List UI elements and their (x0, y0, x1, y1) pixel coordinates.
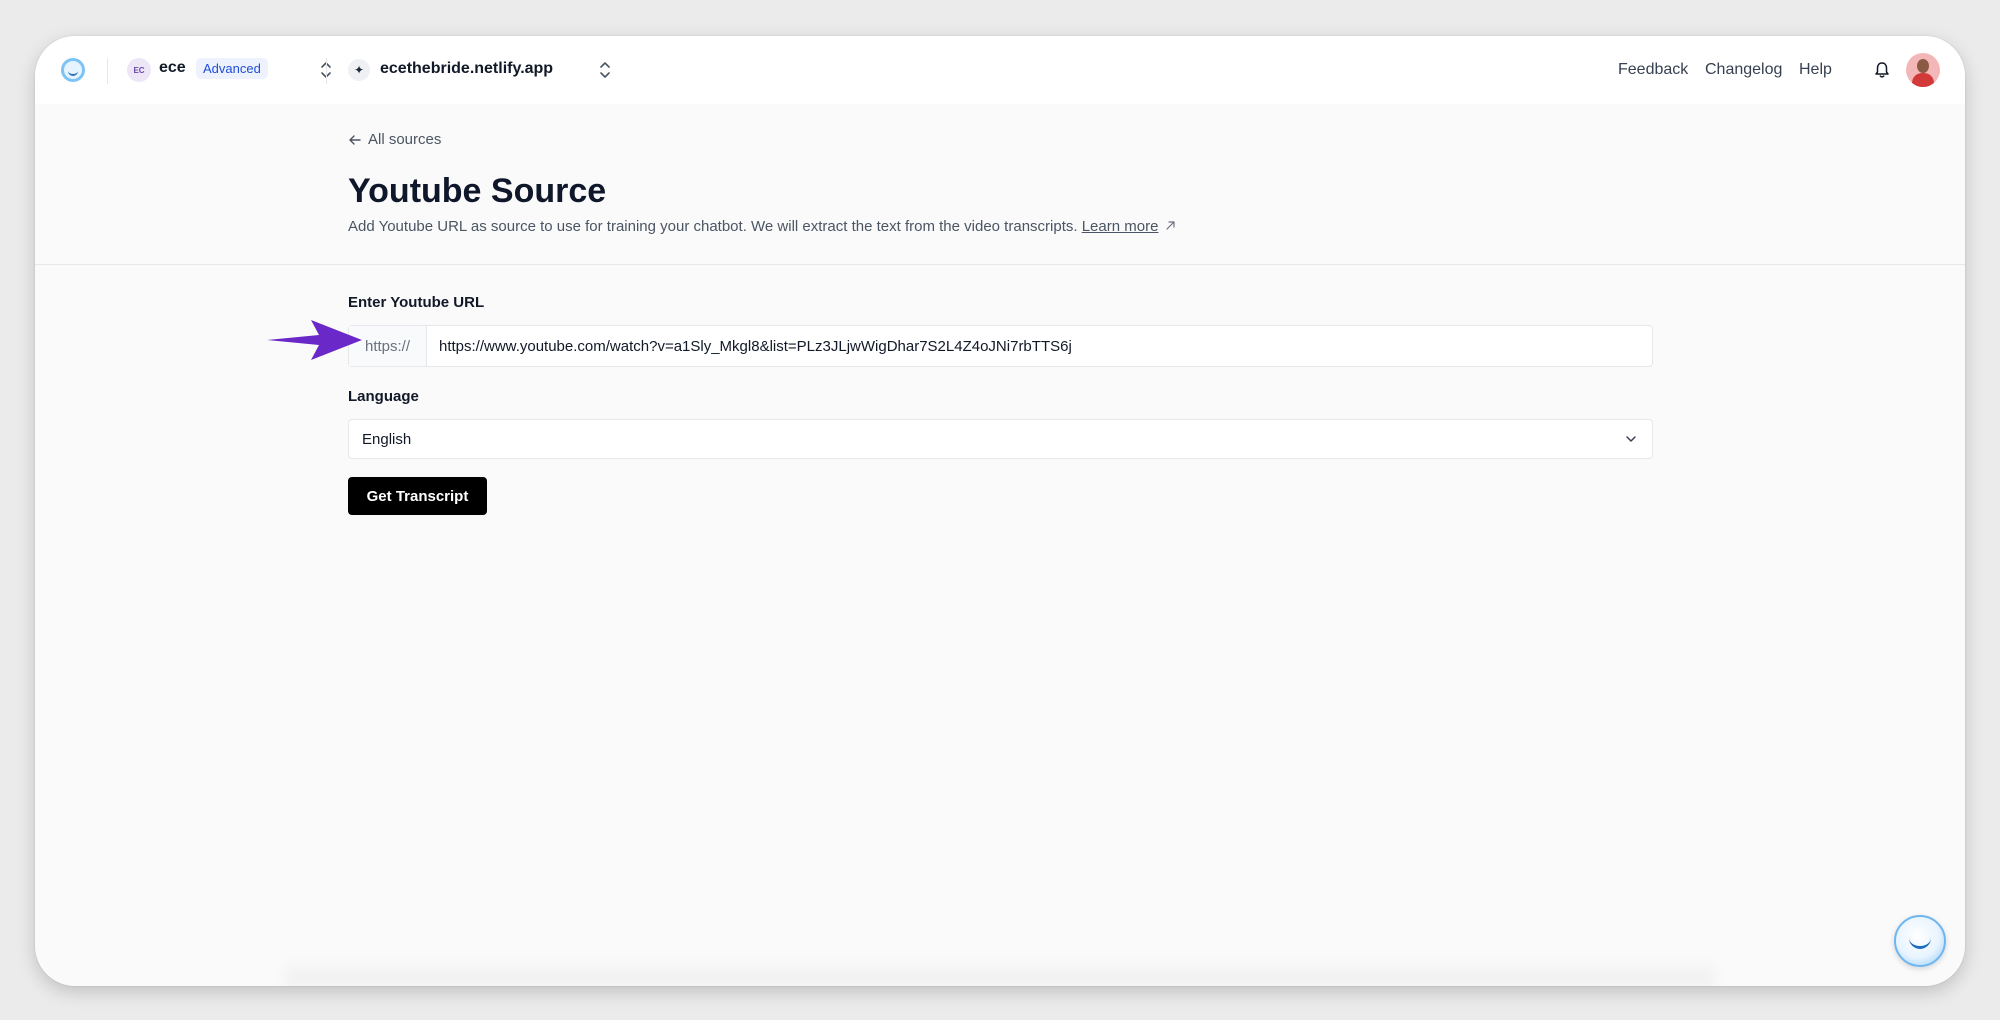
language-selected-value: English (362, 430, 412, 448)
smile-logo-icon[interactable] (61, 58, 85, 82)
page-subtitle: Add Youtube URL as source to use for tra… (348, 218, 1176, 235)
get-transcript-button[interactable]: Get Transcript (348, 477, 487, 515)
divider (326, 58, 327, 84)
notifications-button[interactable] (1868, 56, 1896, 84)
help-link[interactable]: Help (1799, 61, 1832, 79)
top-navigation-bar: EC ece Advanced ✦ ecethebride.netlify.ap… (35, 36, 1965, 104)
divider (107, 58, 108, 84)
youtube-url-input[interactable] (427, 326, 1652, 366)
arrow-up-right-icon (1166, 221, 1175, 230)
subtitle-text: Add Youtube URL as source to use for tra… (348, 218, 1078, 235)
page-title: Youtube Source (348, 172, 607, 210)
workspace-name[interactable]: ece (159, 59, 186, 77)
workspace-avatar[interactable]: EC (127, 58, 151, 82)
back-link-label: All sources (368, 131, 442, 148)
changelog-link[interactable]: Changelog (1705, 61, 1782, 79)
plan-badge: Advanced (196, 58, 268, 79)
chat-widget-icon[interactable] (1894, 915, 1946, 967)
sparkle-icon: ✦ (348, 59, 370, 81)
user-avatar[interactable] (1906, 53, 1940, 87)
bell-icon (1875, 62, 1889, 78)
chevron-up-down-icon[interactable] (598, 60, 612, 80)
chevron-down-icon (1626, 436, 1636, 442)
youtube-url-input-group: https:// (348, 325, 1653, 367)
arrow-left-icon (349, 134, 361, 145)
bottom-shadow (285, 958, 1715, 986)
learn-more-link[interactable]: Learn more (1082, 218, 1159, 235)
site-selector-name[interactable]: ecethebride.netlify.app (380, 60, 553, 78)
language-field-label: Language (348, 388, 419, 405)
back-to-all-sources-link[interactable]: All sources (348, 131, 441, 148)
app-window: EC ece Advanced ✦ ecethebride.netlify.ap… (35, 36, 1965, 986)
url-field-label: Enter Youtube URL (348, 294, 485, 311)
language-select[interactable]: English (348, 419, 1653, 459)
section-divider (35, 264, 1965, 265)
purple-arrow-icon (267, 320, 362, 360)
feedback-link[interactable]: Feedback (1618, 61, 1688, 79)
